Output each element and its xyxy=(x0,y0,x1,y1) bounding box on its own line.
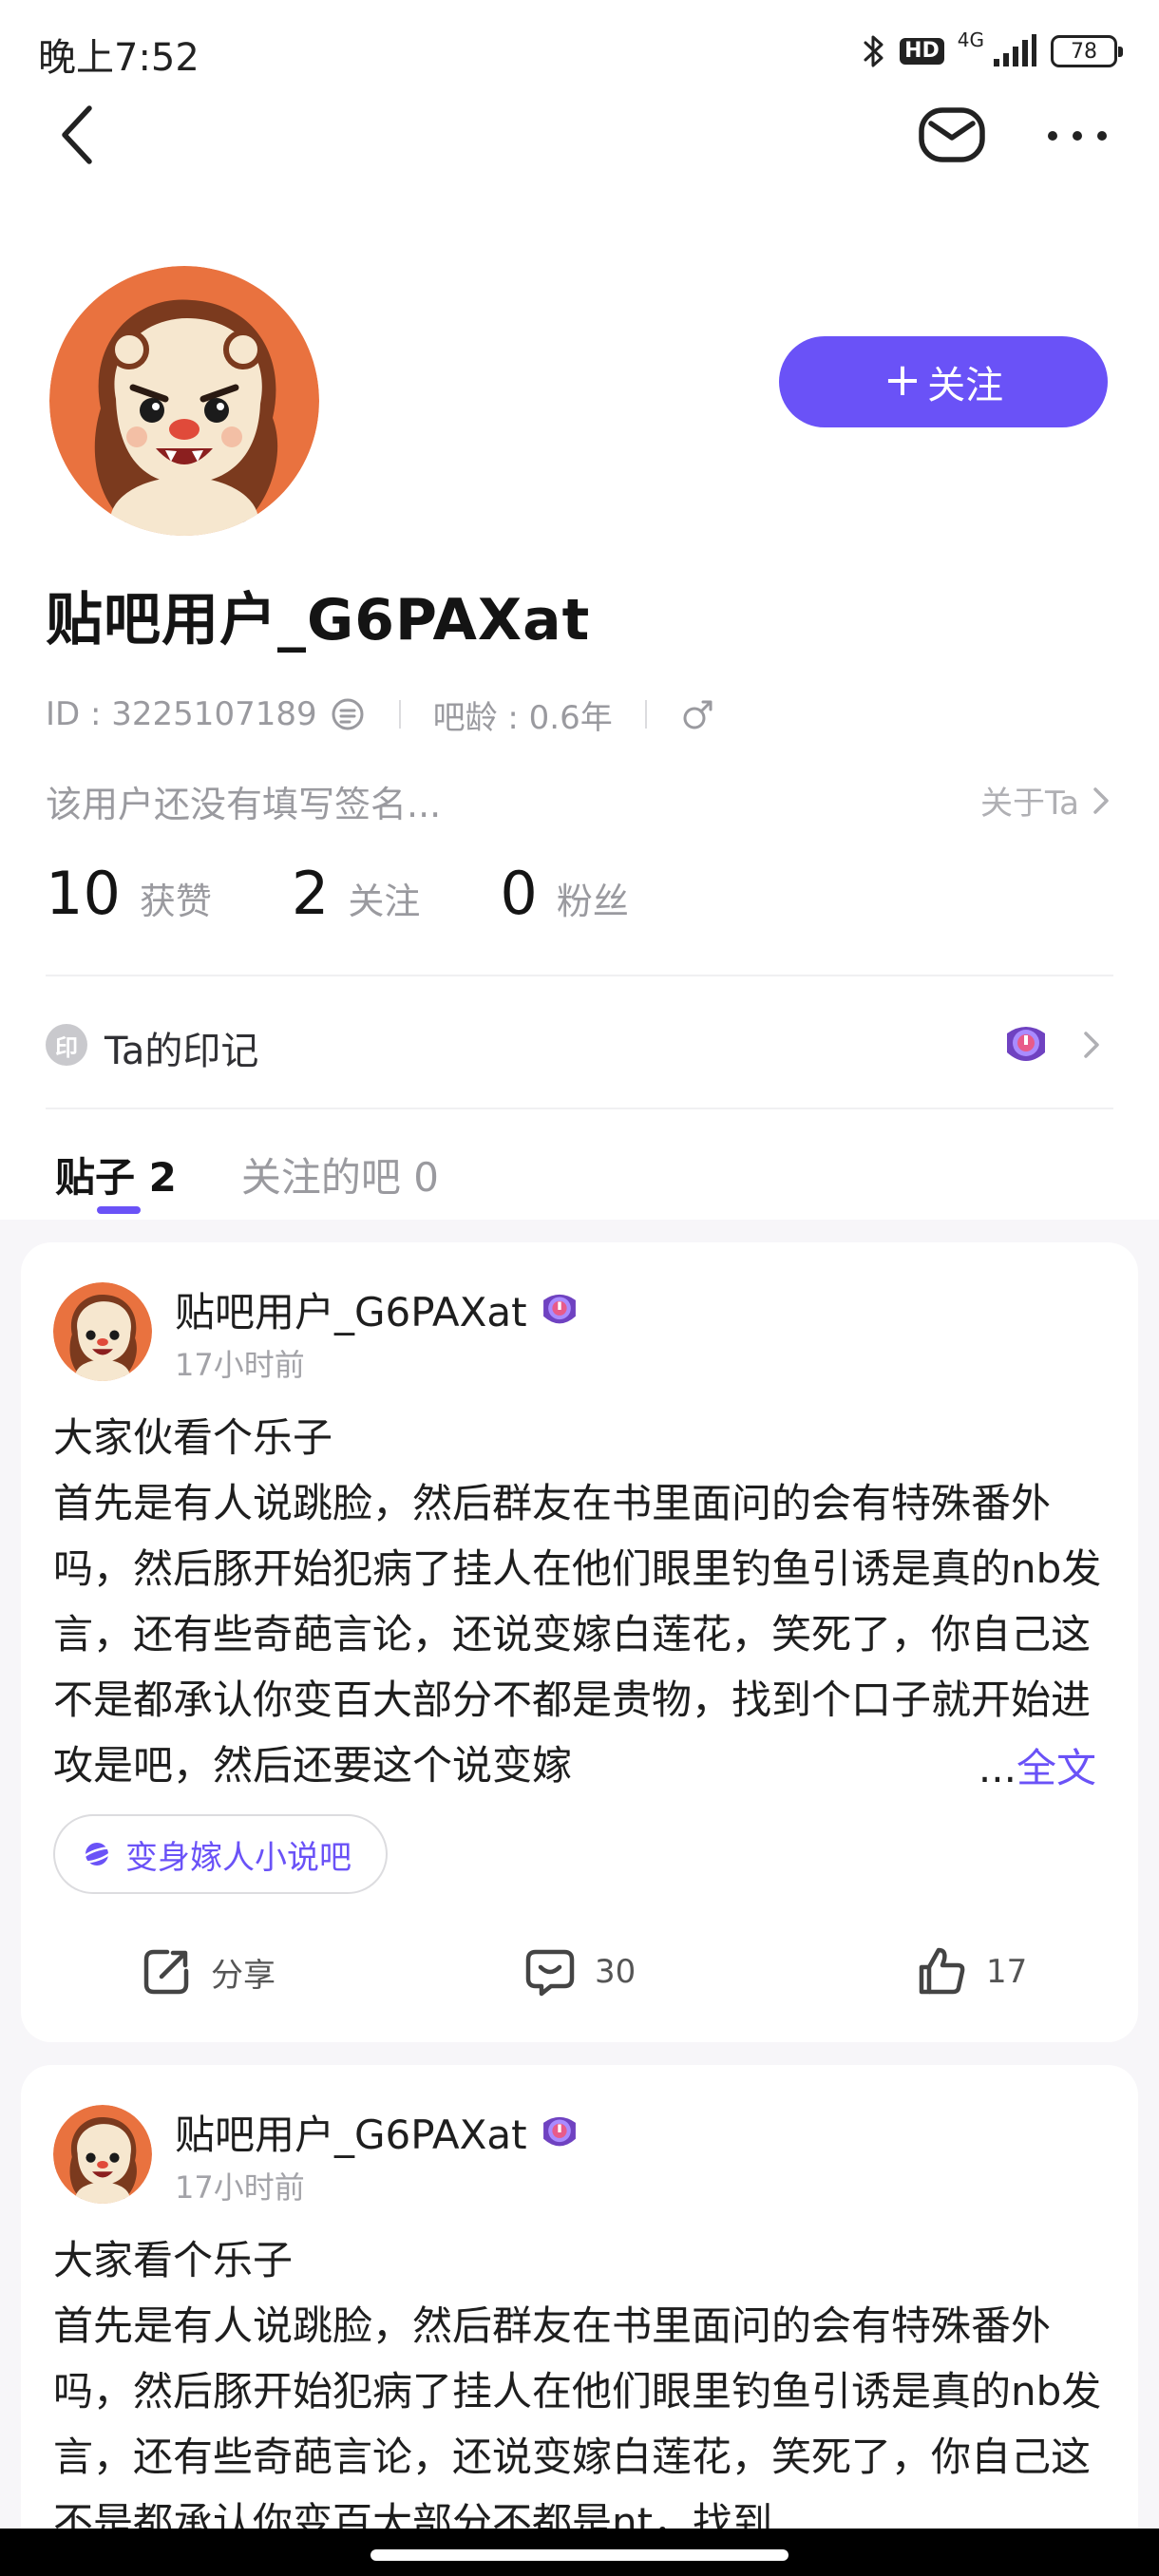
following-label[interactable]: 关注 xyxy=(348,872,420,924)
planet-icon xyxy=(80,1843,114,1866)
tab-posts[interactable]: 贴子 2 xyxy=(55,1146,177,1203)
profile-tabs: 贴子 2 关注的吧 0 xyxy=(55,1146,439,1222)
info-divider xyxy=(644,700,647,729)
comment-icon xyxy=(525,1949,575,1997)
fans-label[interactable]: 粉丝 xyxy=(557,872,629,924)
like-button[interactable]: 17 xyxy=(914,1934,1027,2010)
forum-chip[interactable]: 变身嫁人小说吧 xyxy=(53,1814,388,1894)
tab-followed-bars[interactable]: 关注的吧 0 xyxy=(241,1146,439,1203)
post-author-name: 贴吧用户_G6PAXat xyxy=(175,1289,527,1335)
follow-label: 关注 xyxy=(927,364,1004,407)
post-author[interactable]: 贴吧用户_G6PAXat xyxy=(175,1280,580,1338)
plus-icon: + xyxy=(883,353,922,407)
profile-avatar[interactable] xyxy=(49,266,319,536)
thumbs-up-icon xyxy=(919,1947,965,1995)
lion-avatar-image xyxy=(49,266,319,536)
share-icon xyxy=(143,1949,189,1995)
post-body: 首先是有人说跳脸，然后群友在书里面问的会有特殊番外吗，然后豚开始犯病了挂人在他们… xyxy=(53,1480,1102,1789)
bio-row: 该用户还没有填写签名... 关于Ta xyxy=(46,775,1113,828)
read-more-label: 全文 xyxy=(1016,1745,1096,1791)
mark-label: Ta的印记 xyxy=(104,1030,259,1073)
following-count[interactable]: 2 xyxy=(292,859,329,928)
ta-mark-row[interactable]: 印 Ta的印记 xyxy=(46,1007,1113,1083)
battery-indicator: 78 xyxy=(1051,35,1123,67)
lion-avatar-image xyxy=(53,1282,152,1381)
about-label: 关于Ta xyxy=(980,785,1079,823)
post-title: 大家看个乐子 xyxy=(53,2237,294,2283)
mail-icon xyxy=(919,107,985,162)
read-more-link[interactable]: ...全文 xyxy=(974,1736,1096,1794)
mark-icon: 印 xyxy=(46,1024,87,1066)
post-time: 17小时前 xyxy=(175,1347,305,1383)
signal-icon xyxy=(994,34,1036,66)
about-link[interactable]: 关于Ta xyxy=(980,777,1113,824)
post-card[interactable]: 贴吧用户_G6PAXat 17小时前 大家伙看个乐子 首先是有人说跳脸，然后群友… xyxy=(21,1242,1138,2042)
more-button[interactable] xyxy=(1039,112,1115,160)
stats-row: 10 获赞 2 关注 0 粉丝 xyxy=(46,859,629,935)
status-bar: 晚上7:52 HD 4G 78 xyxy=(0,0,1159,104)
post-time: 17小时前 xyxy=(175,2169,305,2206)
profile-info-row: ID : 3225107189 吧龄 : 0.6年 xyxy=(46,691,717,737)
ellipsis: ... xyxy=(978,1745,1016,1791)
bar-age: 吧龄 : 0.6年 xyxy=(432,698,613,737)
more-dots-icon xyxy=(1048,131,1107,141)
home-indicator[interactable] xyxy=(370,2549,788,2561)
lion-avatar-image xyxy=(53,2105,152,2204)
profile-username: 贴吧用户_G6PAXat xyxy=(46,587,591,653)
comment-button[interactable]: 30 xyxy=(522,1934,636,2010)
chevron-right-icon xyxy=(1093,786,1109,814)
share-button[interactable]: 分享 xyxy=(139,1934,276,2010)
user-id: ID : 3225107189 xyxy=(46,695,317,733)
profile-page: 晚上7:52 HD 4G 78 + 关注 贴吧用户_G6PAXat ID: 3… xyxy=(0,0,1159,2576)
status-icons: HD 4G 78 xyxy=(862,28,1123,74)
post-author[interactable]: 贴吧用户_G6PAXat xyxy=(175,2103,580,2161)
message-button[interactable] xyxy=(916,99,988,171)
network-type: 4G xyxy=(957,28,984,51)
level-badge-icon xyxy=(542,1294,576,1323)
chevron-left-icon xyxy=(62,105,92,164)
chevron-right-icon xyxy=(1084,1032,1099,1058)
level-badge-icon xyxy=(1007,1027,1045,1061)
like-count: 17 xyxy=(986,1953,1028,1991)
post-title: 大家伙看个乐子 xyxy=(53,1414,333,1461)
likes-label: 获赞 xyxy=(139,881,212,922)
post-actions: 分享 30 17 xyxy=(21,1934,1138,2010)
likes-count: 10 xyxy=(46,859,121,928)
tab-indicator xyxy=(97,1206,141,1214)
info-divider xyxy=(398,700,401,729)
divider xyxy=(46,975,1113,976)
level-badge-icon xyxy=(542,2116,576,2146)
post-author-avatar[interactable] xyxy=(53,2105,152,2204)
post-author-avatar[interactable] xyxy=(53,1282,152,1381)
post-author-name: 贴吧用户_G6PAXat xyxy=(175,2112,527,2158)
copy-icon[interactable] xyxy=(329,695,367,733)
post-card[interactable]: 贴吧用户_G6PAXat 17小时前 大家看个乐子 首先是有人说跳脸，然后群友在… xyxy=(21,2065,1138,2576)
divider xyxy=(46,1108,1113,1109)
follow-button[interactable]: + 关注 xyxy=(779,336,1108,427)
bio-text: 该用户还没有填写签名... xyxy=(46,784,442,825)
bluetooth-icon xyxy=(864,35,884,67)
fans-count[interactable]: 0 xyxy=(500,859,537,928)
back-button[interactable] xyxy=(49,99,106,171)
comment-count: 30 xyxy=(595,1953,636,1991)
battery-level: 78 xyxy=(1071,39,1097,64)
share-label: 分享 xyxy=(211,1956,276,1995)
male-icon xyxy=(683,700,712,729)
hd-badge: HD xyxy=(900,38,944,65)
status-time: 晚上7:52 xyxy=(38,36,200,80)
forum-name: 变身嫁人小说吧 xyxy=(125,1838,352,1877)
